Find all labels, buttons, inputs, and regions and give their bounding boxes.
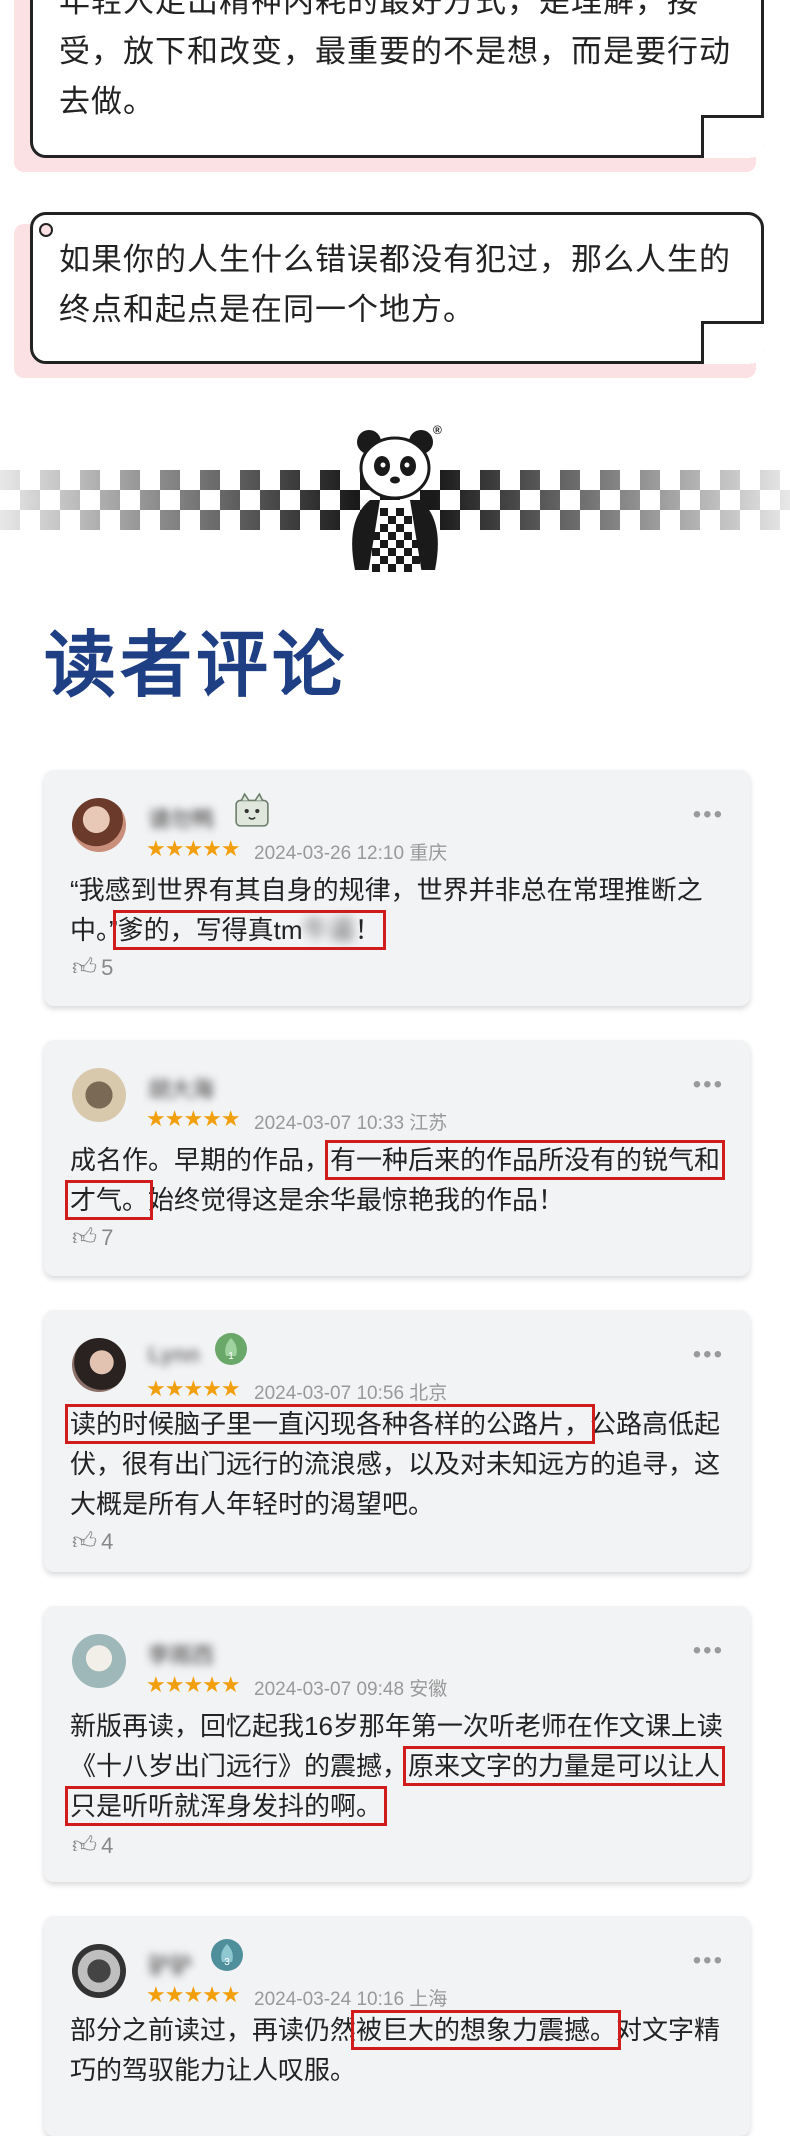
thumbs-up-icon: 👍︎ <box>72 1832 98 1859</box>
review-meta: 2024-03-26 12:10 重庆 <box>254 838 447 865</box>
avatar[interactable] <box>72 1338 126 1392</box>
more-options-icon[interactable]: ••• <box>693 803 724 827</box>
review-location: 江苏 <box>409 1113 448 1134</box>
thumbs-up-icon: 👍︎ <box>72 1528 98 1555</box>
review-card: 请勿鸭 ★★★★★ 2024-03-26 12:10 重庆 ••• “我感到世界… <box>44 770 750 1006</box>
username[interactable]: 李雨西 <box>148 1638 214 1670</box>
review-location: 安徽 <box>409 1679 448 1700</box>
blurred-text: 牛逼 <box>302 915 355 945</box>
more-options-icon[interactable]: ••• <box>693 1343 724 1367</box>
thumbs-up-icon: 👍︎ <box>72 954 98 981</box>
review-content: 新版再读，回忆起我16岁那年第一次听老师在作文课上读《十八岁出门远行》的震撼，原… <box>64 1711 726 1826</box>
like-button[interactable]: 👍︎ 4 <box>72 1832 113 1860</box>
avatar[interactable] <box>72 1944 126 1998</box>
review-card: Lynn 1 ★★★★★ 2024-03-07 10:56 北京 ••• 读的时… <box>44 1310 750 1572</box>
svg-text:®: ® <box>433 423 442 437</box>
page-curl-icon <box>701 321 764 364</box>
quote-box: 如果你的人生什么错误都没有犯过，那么人生的终点和起点是在同一个地方。 <box>30 212 764 364</box>
username[interactable]: 胡大海 <box>148 1072 214 1104</box>
review-meta: 2024-03-07 09:48 安徽 <box>254 1674 447 1701</box>
review-datetime: 2024-03-26 12:10 <box>254 843 405 864</box>
review-meta: 2024-03-07 10:33 江苏 <box>254 1108 447 1135</box>
highlighted-text: 爹的，写得真tm牛逼！ <box>112 910 386 950</box>
highlighted-text: 被巨大的想象力震撼。 <box>351 2010 622 2050</box>
quote-box: 年轻人走出精神内耗的最好方式，是理解，接受，放下和改变，最重要的不是想，而是要行… <box>30 0 764 158</box>
like-button[interactable]: 👍︎ 7 <box>72 1224 113 1252</box>
avatar[interactable] <box>72 798 126 852</box>
section-title: 读者评论 <box>44 626 349 706</box>
avatar[interactable] <box>72 1634 126 1688</box>
star-rating: ★★★★★ <box>146 1672 241 1697</box>
quote-card-2: 如果你的人生什么错误都没有犯过，那么人生的终点和起点是在同一个地方。 <box>14 212 764 378</box>
review-location: 重庆 <box>409 843 448 864</box>
review-card: 李雨西 ★★★★★ 2024-03-07 09:48 安徽 ••• 新版再读，回… <box>44 1606 750 1882</box>
more-options-icon[interactable]: ••• <box>693 1073 724 1097</box>
thumbs-up-icon: 👍︎ <box>72 1224 98 1251</box>
username[interactable]: 请勿鸭 <box>148 802 214 834</box>
review-location: 上海 <box>409 1989 448 2010</box>
more-options-icon[interactable]: ••• <box>693 1639 724 1663</box>
review-meta: 2024-03-07 10:56 北京 <box>254 1378 447 1405</box>
like-button[interactable]: 👍︎ 5 <box>72 954 113 982</box>
review-datetime: 2024-03-07 10:56 <box>254 1383 405 1404</box>
review-datetime: 2024-03-07 09:48 <box>254 1679 405 1700</box>
star-rating: ★★★★★ <box>146 1982 241 2007</box>
level-badge-icon: 1 <box>215 1333 247 1365</box>
review-location: 北京 <box>409 1383 448 1404</box>
highlighted-text: 读的时候脑子里一直闪现各种各样的公路片， <box>64 1404 596 1444</box>
star-rating: ★★★★★ <box>146 836 241 861</box>
username[interactable]: Lynn <box>148 1342 200 1368</box>
cat-badge-icon <box>235 792 269 827</box>
page-curl-icon <box>701 115 764 158</box>
review-content: “我感到世界有其自身的规律，世界并非总在常理推断之中。”爹的，写得真tm牛逼！ <box>70 875 703 950</box>
review-card: 驴驴 3 ★★★★★ 2024-03-24 10:16 上海 ••• 部分之前读… <box>44 1916 750 2136</box>
like-button[interactable]: 👍︎ 4 <box>72 1528 113 1556</box>
like-count: 4 <box>101 1833 114 1858</box>
like-count: 7 <box>101 1225 114 1250</box>
star-rating: ★★★★★ <box>146 1106 241 1131</box>
username[interactable]: 驴驴 <box>148 1948 192 1980</box>
svg-text:1: 1 <box>228 1351 234 1362</box>
review-datetime: 2024-03-24 10:16 <box>254 1989 405 2010</box>
review-datetime: 2024-03-07 10:33 <box>254 1113 405 1134</box>
quote-text: 年轻人走出精神内耗的最好方式，是理解，接受，放下和改变，最重要的不是想，而是要行… <box>59 0 731 119</box>
review-content: 部分之前读过，再读仍然被巨大的想象力震撼。对文字精巧的驾驭能力让人叹服。 <box>70 2010 721 2085</box>
quote-card-1: 年轻人走出精神内耗的最好方式，是理解，接受，放下和改变，最重要的不是想，而是要行… <box>14 0 764 172</box>
svg-text:3: 3 <box>224 1957 230 1968</box>
level-badge-icon: 3 <box>211 1939 243 1971</box>
panda-mascot-logo: ® <box>352 423 442 580</box>
bullet-icon <box>39 223 53 237</box>
quote-text: 如果你的人生什么错误都没有犯过，那么人生的终点和起点是在同一个地方。 <box>59 242 731 327</box>
like-count: 4 <box>101 1529 114 1554</box>
review-content: 成名作。早期的作品，有一种后来的作品所没有的锐气和才气。始终觉得这是余华最惊艳我… <box>64 1140 726 1220</box>
review-meta: 2024-03-24 10:16 上海 <box>254 1984 447 2011</box>
like-count: 5 <box>101 955 114 980</box>
review-content: 读的时候脑子里一直闪现各种各样的公路片，公路高低起伏，很有出门远行的流浪感，以及… <box>64 1404 721 1519</box>
star-rating: ★★★★★ <box>146 1376 241 1401</box>
review-card: 胡大海 ★★★★★ 2024-03-07 10:33 江苏 ••• 成名作。早期… <box>44 1040 750 1276</box>
avatar[interactable] <box>72 1068 126 1122</box>
more-options-icon[interactable]: ••• <box>693 1949 724 1973</box>
